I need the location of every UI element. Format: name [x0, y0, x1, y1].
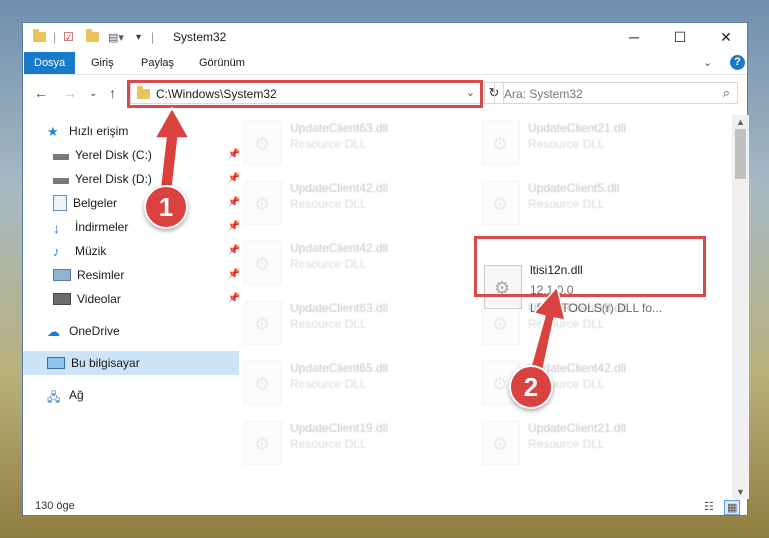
step-badge-1: 1 — [144, 185, 188, 229]
annotation-arrows — [153, 106, 567, 375]
arrow-2 — [529, 285, 567, 375]
arrow-1 — [153, 106, 191, 191]
step-badge-2: 2 — [509, 365, 553, 409]
